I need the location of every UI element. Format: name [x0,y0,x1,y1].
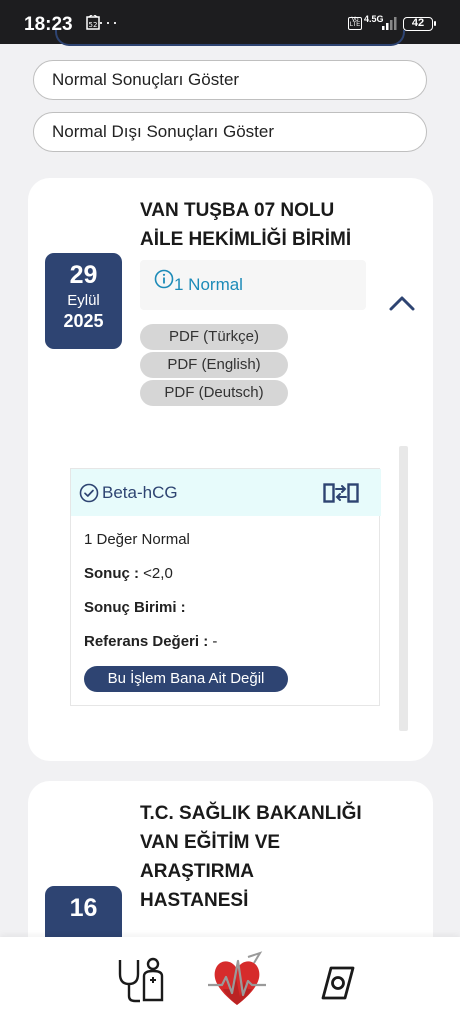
volte-icon: Vo LTE [348,17,362,30]
normal-count-text: 1 Değer Normal [84,531,190,548]
reference-label: Referans Değeri : [84,633,209,650]
notification-badge-text: 52 [89,21,98,29]
result-value: <2,0 [143,565,173,582]
test-result-card: Beta-hCG 1 Değer Normal Sonuç : <2,0 Son… [70,468,381,706]
date-badge: 29 Eylül 2025 [45,253,122,349]
pdf-german-button[interactable]: PDF (Deutsch) [140,380,288,406]
hospital-name-line: ARAŞTIRMA [140,861,254,882]
collapse-chevron-icon[interactable] [388,294,416,312]
pdf-english-button[interactable]: PDF (English) [140,352,288,378]
show-normal-results-button[interactable]: Normal Sonuçları Göster [33,60,427,100]
result-status-text: 1 Normal [174,275,243,294]
show-abnormal-results-button[interactable]: Normal Dışı Sonuçları Göster [33,112,427,152]
test-header: Beta-hCG [71,469,381,516]
date-month: Eylül [67,292,100,309]
test-name: Beta-hCG [102,483,178,502]
result-status-box: 1 Normal [140,260,366,310]
doctor-patient-icon[interactable] [116,956,166,1004]
hospital-name: T.C. SAĞLIK BAKANLIĞI VAN EĞİTİM VE ARAŞ… [140,799,362,915]
info-icon [154,259,174,309]
not-mine-button[interactable]: Bu İşlem Bana Ait Değil [84,666,288,692]
hospital-name-line: HASTANESİ [140,890,249,911]
reference-value: - [212,633,218,650]
network-type: 4.5G [364,14,384,24]
date-day: 29 [69,261,98,289]
check-circle-icon [79,483,99,503]
heart-logo-icon[interactable] [206,951,268,1009]
hospital-name-line: T.C. SAĞLIK BAKANLIĞI [140,803,362,824]
battery-level: 42 [411,17,425,29]
battery-icon: 42 [403,17,436,31]
result-card: VAN TUŞBA 07 NOLU AİLE HEKİMLİĞİ BİRİMİ … [28,178,433,761]
hospital-name-line: AİLE HEKİMLİĞİ BİRİMİ [140,229,352,250]
pdf-turkish-button[interactable]: PDF (Türkçe) [140,324,288,350]
unit-row: Sonuç Birimi : [84,599,186,616]
capsule-pill-icon[interactable] [320,965,356,1001]
date-year: 2025 [63,311,104,331]
unit-label: Sonuç Birimi : [84,599,186,616]
hospital-name-line: VAN EĞİTİM VE [140,832,281,853]
reference-row: Referans Değeri : - [84,633,217,650]
bottom-navigation [0,937,460,1024]
hospital-name-line: VAN TUŞBA 07 NOLU [140,200,335,221]
hospital-name: VAN TUŞBA 07 NOLU AİLE HEKİMLİĞİ BİRİMİ [140,196,351,254]
result-label: Sonuç : [84,565,139,582]
result-row: Sonuç : <2,0 [84,565,173,582]
date-day: 16 [69,894,98,922]
signal-icon [382,17,397,30]
inner-scrollbar[interactable] [399,446,408,731]
compare-arrows-icon[interactable] [323,482,359,504]
previous-card-fragment [55,30,405,46]
